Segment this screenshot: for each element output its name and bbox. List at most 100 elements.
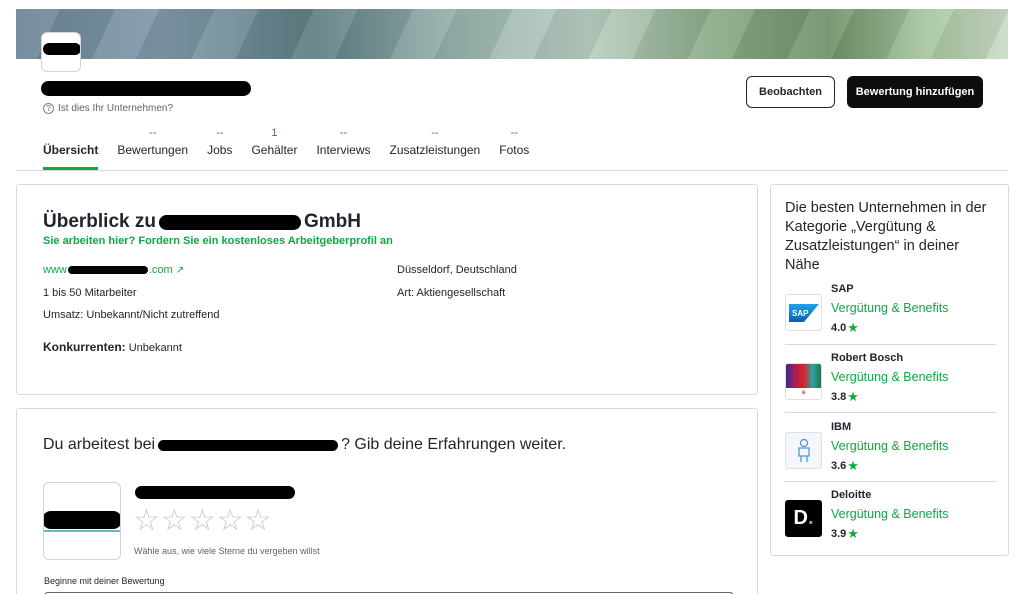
redacted-domain: [67, 264, 148, 276]
overview-title: Überblick zu GmbH: [43, 211, 361, 233]
employees: 1 bis 50 Mitarbeiter: [43, 287, 137, 299]
share-experience-card: Du arbeitest bei ? Gib deine Erfahrungen…: [16, 408, 758, 594]
claim-text: Ist dies Ihr Unternehmen?: [58, 103, 174, 114]
claim-company-link[interactable]: ? Ist dies Ihr Unternehmen?: [43, 103, 173, 114]
redacted-name: [158, 437, 339, 453]
tab-salaries[interactable]: 1 Gehälter: [251, 126, 297, 157]
stars-hint: Wähle aus, wie viele Sterne du vergeben …: [134, 546, 320, 556]
location: Düsseldorf, Deutschland: [397, 264, 517, 276]
question-icon: ?: [43, 103, 54, 114]
star-rating-input[interactable]: ☆ ☆ ☆ ☆ ☆: [133, 506, 272, 536]
star-icon[interactable]: ☆: [217, 506, 244, 536]
company-logo: [43, 482, 121, 560]
sidebar-company-bosch[interactable]: ⊕ Robert Bosch Vergütung & Benefits 3.8 ★: [785, 351, 997, 419]
redaction: [43, 43, 80, 55]
ibm-logo: [785, 432, 822, 469]
tab-label: Interviews: [316, 143, 371, 157]
company-type: Art: Aktiengesellschaft: [397, 287, 506, 299]
overview-title-prefix: Überblick zu: [43, 211, 156, 232]
sap-logo: SAP: [785, 294, 822, 331]
tabs-divider: [16, 170, 1008, 171]
redaction: [41, 81, 251, 96]
bosch-logo: ⊕: [785, 363, 822, 400]
star-icon: ★: [847, 320, 859, 335]
sidebar-title: Die besten Unternehmen in der Kategorie …: [785, 200, 987, 273]
rating-value: 3.9: [831, 528, 847, 540]
sidebar-company-name: Robert Bosch: [831, 352, 904, 364]
sidebar-company-ibm[interactable]: IBM Vergütung & Benefits 3.6 ★: [785, 420, 997, 488]
tab-count: 1: [271, 127, 278, 139]
tab-benefits[interactable]: -- Zusatzleistungen: [390, 126, 481, 157]
website-prefix: www: [43, 264, 67, 276]
tab-label: Jobs: [207, 143, 233, 157]
star-icon[interactable]: ☆: [161, 506, 188, 536]
tab-count: --: [339, 127, 348, 139]
sidebar-company-deloitte[interactable]: D. Deloitte Vergütung & Benefits 3.9 ★: [785, 488, 997, 556]
sidebar-company-rating: 3.6 ★: [831, 458, 859, 474]
star-icon: ★: [847, 458, 859, 473]
sidebar-company-rating: 3.9 ★: [831, 526, 859, 542]
bosch-logo-pattern: [786, 364, 821, 388]
divider: [785, 481, 996, 482]
revenue: Umsatz: Unbekannt/Nicht zutreffend: [43, 309, 220, 321]
bosch-logo-icon: ⊕: [786, 387, 821, 399]
sidebar-company-rating: 4.0 ★: [831, 320, 859, 336]
cover-banner: [16, 9, 1008, 59]
rating-value: 3.6: [831, 460, 847, 472]
competitors-value: Unbekannt: [128, 342, 182, 354]
divider: [785, 412, 996, 413]
rating-value: 4.0: [831, 322, 847, 334]
company-logo: [41, 32, 81, 72]
competitors-label: Konkurrenten:: [43, 340, 126, 354]
best-companies-sidebar: Die besten Unternehmen in der Kategorie …: [770, 184, 1009, 556]
sidebar-company-category: Vergütung & Benefits: [831, 439, 949, 453]
sidebar-company-category: Vergütung & Benefits: [831, 370, 949, 384]
competitors: Konkurrenten: Unbekannt: [43, 340, 182, 354]
svg-text:SAP: SAP: [792, 309, 809, 318]
tab-label: Fotos: [499, 143, 530, 157]
sidebar-company-name: Deloitte: [831, 489, 872, 501]
website-link[interactable]: www .com ↗: [43, 264, 184, 276]
watch-button[interactable]: Beobachten: [746, 76, 835, 108]
deloitte-logo-icon: D.: [793, 507, 814, 529]
tab-label: Übersicht: [43, 143, 99, 157]
star-icon[interactable]: ☆: [245, 506, 272, 536]
tab-photos[interactable]: -- Fotos: [499, 126, 529, 157]
star-icon[interactable]: ☆: [189, 506, 216, 536]
share-title-prefix: Du arbeitest bei: [43, 436, 156, 453]
sap-logo-icon: SAP: [788, 303, 819, 322]
sidebar-company-name: IBM: [831, 421, 852, 433]
redaction: [158, 215, 301, 230]
sidebar-company-category: Vergütung & Benefits: [831, 301, 949, 315]
tab-count: --: [216, 127, 224, 139]
divider: [785, 344, 996, 345]
tab-label: Gehälter: [251, 143, 298, 157]
star-icon[interactable]: ☆: [133, 506, 160, 536]
external-link-icon: ↗: [175, 264, 185, 276]
redaction: [67, 266, 148, 274]
share-title: Du arbeitest bei ? Gib deine Erfahrungen…: [43, 436, 566, 454]
sidebar-company-name: SAP: [831, 283, 854, 295]
tab-overview[interactable]: Übersicht: [43, 126, 99, 170]
tab-label: Zusatzleistungen: [389, 143, 481, 157]
tab-count: --: [149, 127, 157, 139]
company-name: [41, 78, 251, 98]
star-icon: ★: [847, 526, 859, 541]
redacted-name: [158, 213, 301, 231]
claim-profile-link[interactable]: Sie arbeiten hier? Fordern Sie ein koste…: [43, 235, 393, 247]
logo-accent: [44, 530, 120, 532]
add-review-button[interactable]: Bewertung hinzufügen: [847, 76, 983, 108]
tab-reviews[interactable]: -- Bewertungen: [117, 126, 188, 157]
tab-label: Bewertungen: [117, 143, 189, 157]
overview-card: Überblick zu GmbH Sie arbeiten hier? For…: [16, 184, 758, 395]
start-review-label: Beginne mit deiner Bewertung: [44, 576, 165, 586]
sidebar-company-category: Vergütung & Benefits: [831, 507, 949, 521]
deloitte-logo: D.: [785, 500, 822, 537]
tab-jobs[interactable]: -- Jobs: [207, 126, 232, 157]
redaction: [158, 440, 339, 451]
tab-interviews[interactable]: -- Interviews: [316, 126, 370, 157]
website-suffix: .com: [148, 264, 173, 276]
rating-value: 3.8: [831, 391, 847, 403]
sidebar-company-sap[interactable]: SAP SAP Vergütung & Benefits 4.0 ★: [785, 282, 997, 350]
star-icon: ★: [847, 389, 859, 404]
